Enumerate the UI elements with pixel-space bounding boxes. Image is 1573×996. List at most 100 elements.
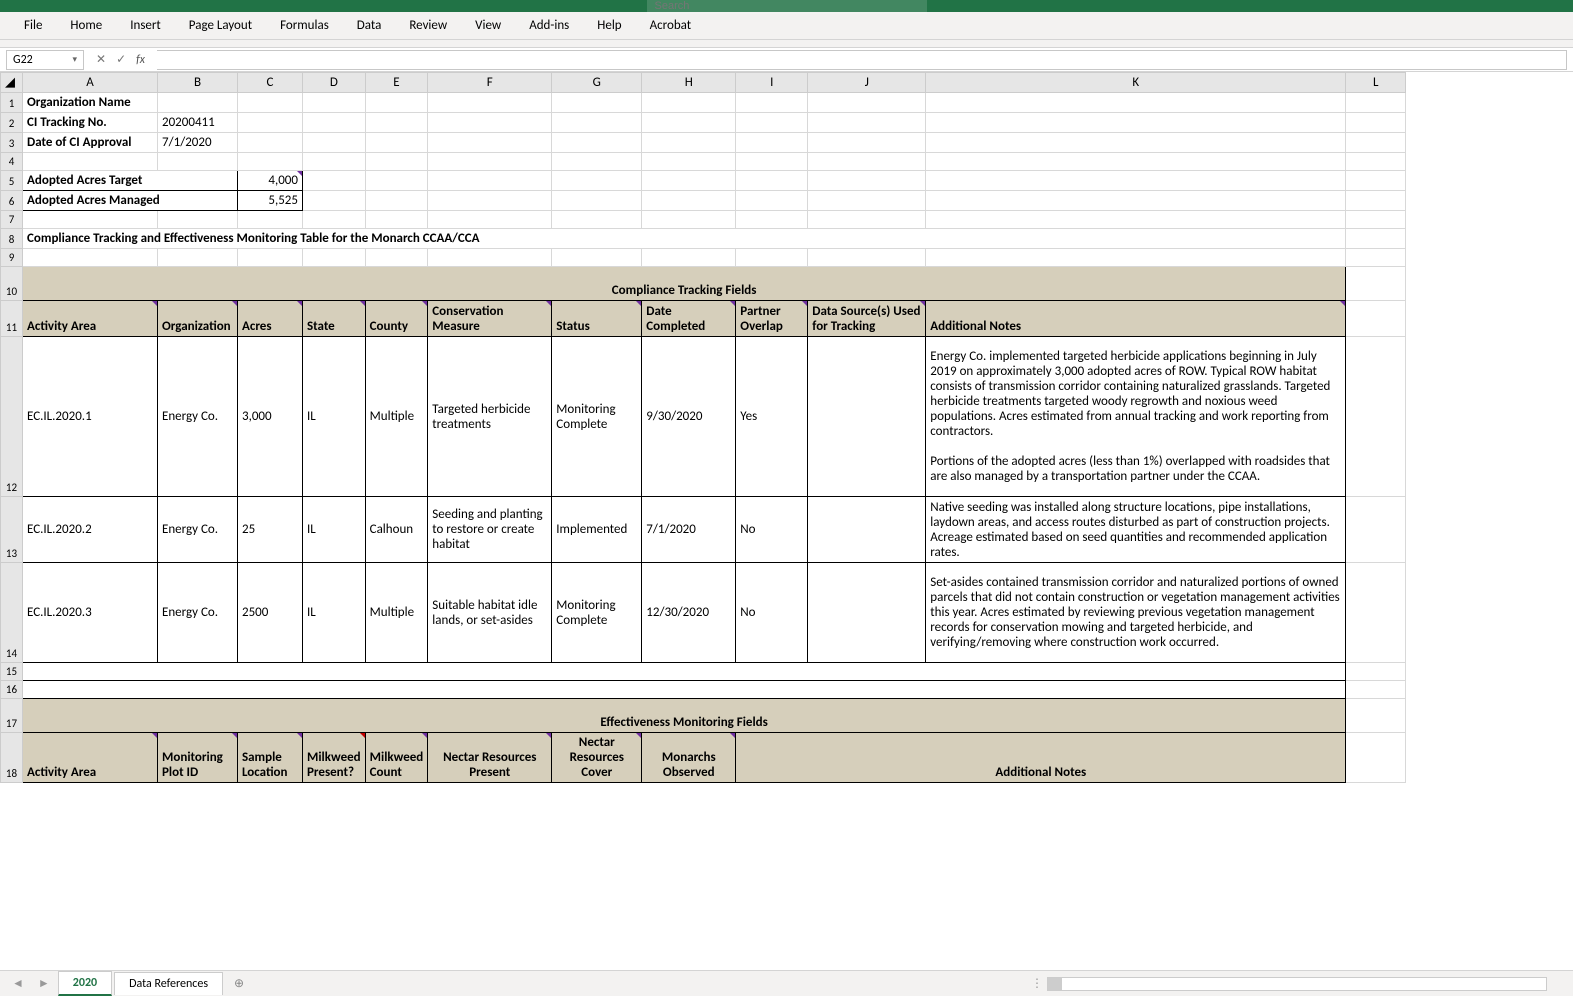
sheet-nav-prev-icon[interactable]: ◄ <box>6 976 30 991</box>
cell[interactable]: Energy Co. <box>158 497 238 563</box>
row-header[interactable]: 10 <box>1 267 23 301</box>
cell[interactable]: Nectar Resources Present <box>428 733 552 783</box>
col-header[interactable]: B <box>158 73 238 93</box>
cell[interactable]: Compliance Tracking and Effectiveness Mo… <box>23 229 1346 249</box>
tab-help[interactable]: Help <box>583 12 635 39</box>
col-header[interactable]: I <box>736 73 808 93</box>
cell[interactable]: Adopted Acres Target <box>23 171 238 191</box>
cell[interactable]: Data Source(s) Used for Tracking <box>808 301 926 337</box>
col-header[interactable]: A <box>23 73 158 93</box>
cell[interactable]: Set-asides contained transmission corrid… <box>926 563 1346 663</box>
cell[interactable]: No <box>736 563 808 663</box>
col-header[interactable]: J <box>808 73 926 93</box>
cell[interactable]: Monitoring Plot ID <box>158 733 238 783</box>
cell[interactable]: 7/1/2020 <box>642 497 736 563</box>
tab-formulas[interactable]: Formulas <box>266 12 343 39</box>
cell[interactable]: Energy Co. <box>158 337 238 497</box>
cell[interactable]: EC.IL.2020.3 <box>23 563 158 663</box>
cell[interactable]: Native seeding was installed along struc… <box>926 497 1346 563</box>
row-header[interactable]: 15 <box>1 663 23 681</box>
sheet-tab[interactable]: Data References <box>114 972 223 995</box>
cell[interactable]: 5,525 <box>238 191 303 211</box>
cell[interactable] <box>808 563 926 663</box>
cell[interactable]: Nectar Resources Cover <box>552 733 642 783</box>
sheet-nav-next-icon[interactable]: ► <box>32 976 56 991</box>
col-header[interactable]: F <box>428 73 552 93</box>
cell[interactable]: IL <box>303 337 366 497</box>
cell[interactable]: Energy Co. <box>158 563 238 663</box>
name-box[interactable]: G22 ▾ <box>6 50 84 70</box>
cell[interactable]: Sample Location <box>238 733 303 783</box>
cell[interactable]: EC.IL.2020.1 <box>23 337 158 497</box>
cell[interactable]: 7/1/2020 <box>158 133 238 153</box>
row-header[interactable]: 8 <box>1 229 23 249</box>
cell[interactable]: Monitoring Complete <box>552 337 642 497</box>
row-header[interactable]: 13 <box>1 497 23 563</box>
cell[interactable]: Seeding and planting to restore or creat… <box>428 497 552 563</box>
fx-icon[interactable]: fx <box>136 53 145 67</box>
cell[interactable]: 2500 <box>238 563 303 663</box>
cell[interactable] <box>23 663 1346 681</box>
cell[interactable]: Activity Area <box>23 733 158 783</box>
tab-view[interactable]: View <box>461 12 515 39</box>
formula-input[interactable] <box>157 50 1567 70</box>
cell[interactable]: IL <box>303 497 366 563</box>
cell[interactable]: Date of CI Approval <box>23 133 158 153</box>
cell[interactable]: Multiple <box>365 563 428 663</box>
row-header[interactable]: 4 <box>1 153 23 171</box>
section-header[interactable]: Effectiveness Monitoring Fields <box>23 699 1346 733</box>
row-header[interactable]: 17 <box>1 699 23 733</box>
grid[interactable]: ◢ A B C D E F G H I J K L 1 Organization… <box>0 72 1573 970</box>
cell[interactable]: EC.IL.2020.2 <box>23 497 158 563</box>
cell[interactable]: No <box>736 497 808 563</box>
cell[interactable]: IL <box>303 563 366 663</box>
scrollbar-thumb[interactable] <box>1048 978 1062 990</box>
row-header[interactable]: 5 <box>1 171 23 191</box>
cell[interactable]: Multiple <box>365 337 428 497</box>
cell[interactable]: Monarchs Observed <box>642 733 736 783</box>
tab-acrobat[interactable]: Acrobat <box>636 12 706 39</box>
cell[interactable]: Acres <box>238 301 303 337</box>
tab-review[interactable]: Review <box>395 12 461 39</box>
cell[interactable]: Additional Notes <box>736 733 1346 783</box>
cell[interactable]: Organization Name <box>23 93 158 113</box>
cell[interactable]: Milkweed Count <box>365 733 428 783</box>
cell[interactable] <box>158 93 238 113</box>
col-header[interactable]: C <box>238 73 303 93</box>
cell[interactable]: Organization <box>158 301 238 337</box>
cell[interactable]: CI Tracking No. <box>23 113 158 133</box>
tab-file[interactable]: File <box>10 12 56 39</box>
tab-data[interactable]: Data <box>343 12 396 39</box>
col-header[interactable]: L <box>1346 73 1406 93</box>
sheet-tab[interactable]: 2020 <box>58 971 112 996</box>
col-header[interactable]: E <box>365 73 428 93</box>
col-header[interactable]: H <box>642 73 736 93</box>
row-header[interactable]: 3 <box>1 133 23 153</box>
cell[interactable] <box>808 337 926 497</box>
cell[interactable]: 25 <box>238 497 303 563</box>
section-header[interactable]: Compliance Tracking Fields <box>23 267 1346 301</box>
cell[interactable]: 20200411 <box>158 113 238 133</box>
select-all-corner[interactable]: ◢ <box>1 73 23 93</box>
row-header[interactable]: 2 <box>1 113 23 133</box>
cell[interactable]: 12/30/2020 <box>642 563 736 663</box>
cell[interactable]: State <box>303 301 366 337</box>
row-header[interactable]: 11 <box>1 301 23 337</box>
col-header[interactable]: K <box>926 73 1346 93</box>
col-header[interactable]: G <box>552 73 642 93</box>
row-header[interactable]: 1 <box>1 93 23 113</box>
cell[interactable]: Energy Co. implemented targeted herbicid… <box>926 337 1346 497</box>
row-header[interactable]: 18 <box>1 733 23 783</box>
cell[interactable]: Targeted herbicide treatments <box>428 337 552 497</box>
row-header[interactable]: 9 <box>1 249 23 267</box>
row-header[interactable]: 16 <box>1 681 23 699</box>
cell[interactable]: Yes <box>736 337 808 497</box>
row-header[interactable]: 12 <box>1 337 23 497</box>
cell[interactable]: County <box>365 301 428 337</box>
tab-insert[interactable]: Insert <box>116 12 175 39</box>
tab-addins[interactable]: Add-ins <box>515 12 583 39</box>
cell[interactable] <box>23 681 1346 699</box>
add-sheet-icon[interactable]: ⊕ <box>225 975 253 992</box>
row-header[interactable]: 6 <box>1 191 23 211</box>
cell[interactable]: Date Completed <box>642 301 736 337</box>
